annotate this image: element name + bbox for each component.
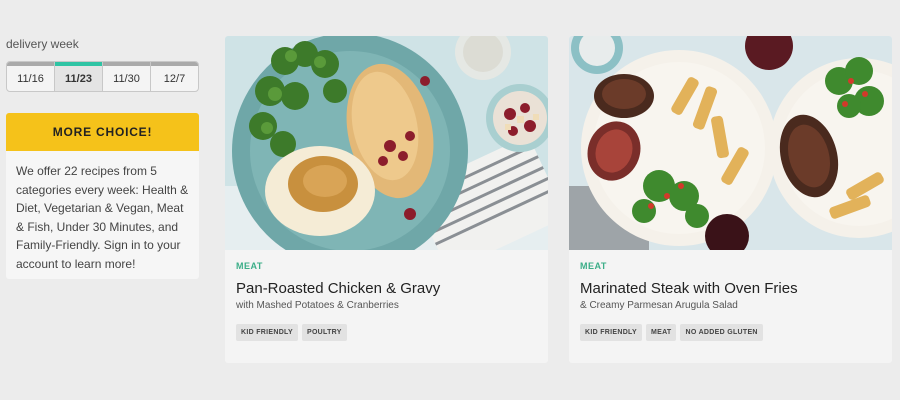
- tag-no-added-gluten: NO ADDED GLUTEN: [680, 324, 763, 341]
- recipe-subtitle: & Creamy Parmesan Arugula Salad: [580, 300, 738, 311]
- recipe-card-steak[interactable]: MEAT Marinated Steak with Oven Fries & C…: [569, 36, 892, 363]
- tag-meat: MEAT: [645, 324, 677, 341]
- tag-kid-friendly: KID FRIENDLY: [236, 324, 298, 341]
- delivery-week-selector: 11/16 11/23 11/30 12/7: [6, 61, 199, 92]
- recipe-tags: KID FRIENDLY POULTRY: [236, 324, 537, 341]
- recipe-category: MEAT: [236, 261, 263, 271]
- tag-poultry: POULTRY: [301, 324, 347, 341]
- promo-description: We offer 22 recipes from 5 categories ev…: [6, 151, 199, 279]
- week-tab-11-30[interactable]: 11/30: [103, 62, 151, 91]
- recipe-title[interactable]: Marinated Steak with Oven Fries: [580, 280, 881, 297]
- more-choice-button[interactable]: MORE CHOICE!: [6, 113, 199, 151]
- recipe-image-steak[interactable]: [569, 36, 892, 250]
- recipe-category: MEAT: [580, 261, 607, 271]
- week-tab-11-23[interactable]: 11/23: [55, 62, 103, 91]
- recipe-title[interactable]: Pan-Roasted Chicken & Gravy: [236, 280, 537, 297]
- week-tab-12-7[interactable]: 12/7: [151, 62, 198, 91]
- recipe-image-chicken[interactable]: [225, 36, 548, 250]
- recipe-subtitle: with Mashed Potatoes & Cranberries: [236, 300, 399, 311]
- delivery-week-label: delivery week: [6, 37, 79, 51]
- tag-kid-friendly: KID FRIENDLY: [580, 324, 642, 341]
- recipe-card-chicken[interactable]: MEAT Pan-Roasted Chicken & Gravy with Ma…: [225, 36, 548, 363]
- recipe-tags: KID FRIENDLY MEAT NO ADDED GLUTEN: [580, 324, 881, 341]
- week-tab-11-16[interactable]: 11/16: [7, 62, 55, 91]
